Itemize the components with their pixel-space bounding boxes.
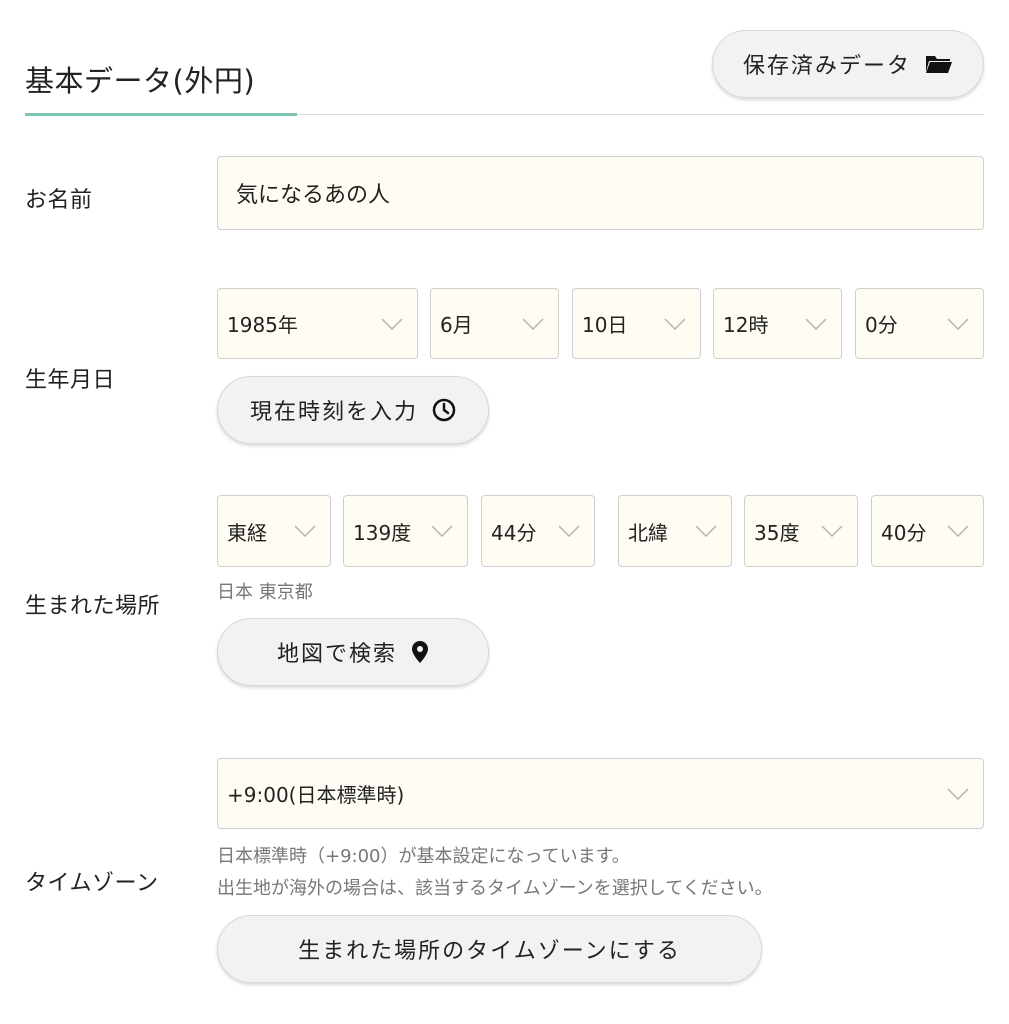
birth-place-label: 生まれた場所 xyxy=(25,594,161,619)
longitude-degree-select[interactable]: 139度 xyxy=(343,495,468,567)
latitude-direction-select[interactable]: 北緯 xyxy=(618,495,732,567)
chevron-down-icon xyxy=(947,317,969,330)
section-header: 基本データ(外円) 保存済みデータ xyxy=(25,30,984,116)
birth-date-label: 生年月日 xyxy=(25,368,116,393)
birth-month-select[interactable]: 6月 xyxy=(430,288,559,359)
timezone-note-line2: 出生地が海外の場合は、該当するタイムゾーンを選択してください。 xyxy=(217,878,773,899)
timezone-note-line1: 日本標準時（+9:00）が基本設定になっています。 xyxy=(217,846,630,867)
birth-year-select[interactable]: 1985年 xyxy=(217,288,418,359)
latitude-degree-value: 35度 xyxy=(754,520,800,545)
folder-open-icon xyxy=(925,53,953,75)
birth-day-select[interactable]: 10日 xyxy=(572,288,701,359)
chevron-down-icon xyxy=(431,525,453,537)
chevron-down-icon xyxy=(695,525,717,537)
chevron-down-icon xyxy=(805,317,827,330)
saved-data-button-label: 保存済みデータ xyxy=(742,54,911,79)
latitude-minute-select[interactable]: 40分 xyxy=(871,495,984,567)
use-birthplace-timezone-label: 生まれた場所のタイムゾーンにする xyxy=(298,939,681,964)
birth-month-value: 6月 xyxy=(440,313,473,337)
latitude-direction-value: 北緯 xyxy=(628,520,668,545)
chevron-down-icon xyxy=(821,525,843,537)
set-current-time-label: 現在時刻を入力 xyxy=(249,400,418,425)
birth-hour-select[interactable]: 12時 xyxy=(713,288,842,359)
chevron-down-icon xyxy=(294,525,316,537)
timezone-select[interactable]: +9:00(日本標準時) xyxy=(217,758,984,829)
birth-minute-value: 0分 xyxy=(865,313,898,337)
name-input-value: 気になるあの人 xyxy=(236,183,391,208)
map-pin-icon xyxy=(411,640,429,664)
longitude-minute-select[interactable]: 44分 xyxy=(481,495,595,567)
birth-year-value: 1985年 xyxy=(227,313,298,337)
place-name-text: 日本 東京都 xyxy=(217,582,313,603)
name-input[interactable]: 気になるあの人 xyxy=(217,156,984,230)
latitude-degree-select[interactable]: 35度 xyxy=(744,495,858,567)
longitude-direction-select[interactable]: 東経 xyxy=(217,495,331,567)
longitude-degree-value: 139度 xyxy=(353,520,412,545)
chevron-down-icon xyxy=(947,525,969,537)
saved-data-button[interactable]: 保存済みデータ xyxy=(712,30,984,98)
birth-minute-select[interactable]: 0分 xyxy=(855,288,984,359)
search-map-button[interactable]: 地図で検索 xyxy=(217,618,489,686)
chevron-down-icon xyxy=(664,317,686,330)
timezone-label: タイムゾーン xyxy=(25,871,159,896)
search-map-label: 地図で検索 xyxy=(276,642,397,667)
header-accent-bar xyxy=(25,113,297,116)
timezone-value: +9:00(日本標準時) xyxy=(227,783,405,807)
chevron-down-icon xyxy=(947,787,969,800)
chevron-down-icon xyxy=(558,525,580,537)
chevron-down-icon xyxy=(522,317,544,330)
birth-day-value: 10日 xyxy=(582,313,628,337)
clock-icon xyxy=(432,398,456,422)
use-birthplace-timezone-button[interactable]: 生まれた場所のタイムゾーンにする xyxy=(217,915,762,983)
longitude-minute-value: 44分 xyxy=(491,520,537,545)
name-label: お名前 xyxy=(25,188,93,213)
birth-hour-value: 12時 xyxy=(723,313,769,337)
set-current-time-button[interactable]: 現在時刻を入力 xyxy=(217,376,489,444)
chevron-down-icon xyxy=(381,317,403,330)
page-title: 基本データ(外円) xyxy=(25,64,256,98)
longitude-direction-value: 東経 xyxy=(227,520,267,545)
latitude-minute-value: 40分 xyxy=(881,520,927,545)
